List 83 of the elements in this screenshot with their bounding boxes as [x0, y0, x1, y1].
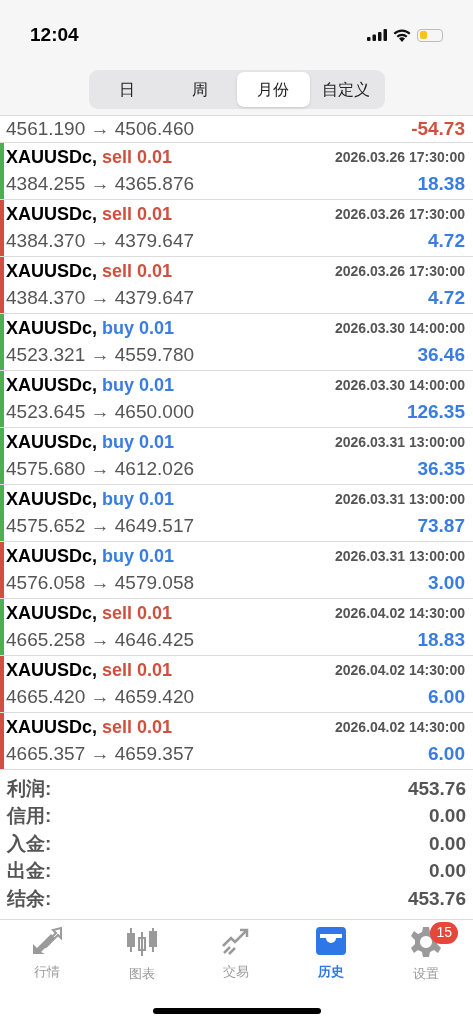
- trade-time: 2026.03.30 14:00:00: [335, 319, 465, 338]
- profit-value: 36.35: [417, 457, 465, 482]
- clock-time: 12:04: [30, 22, 79, 47]
- profit-value: 3.00: [428, 571, 465, 596]
- price-range: 4523.645 → 4650.000: [6, 400, 195, 425]
- symbol-name: XAUUSDc,: [6, 317, 98, 340]
- profit-value: 4.72: [428, 229, 465, 254]
- inbox-icon: [315, 925, 348, 956]
- symbol-name: XAUUSDc,: [6, 260, 98, 283]
- signal-icon: [367, 29, 387, 41]
- symbol-name: XAUUSDc,: [6, 431, 98, 454]
- trade-time: 2026.03.26 17:30:00: [335, 205, 465, 224]
- order-type: buy 0.01: [102, 488, 175, 511]
- order-type: buy 0.01: [102, 545, 175, 568]
- wifi-icon: [393, 28, 411, 42]
- symbol-name: XAUUSDc,: [6, 545, 98, 568]
- price-range: 4384.370 → 4379.647: [6, 229, 195, 254]
- summary-value: 453.76: [407, 886, 466, 911]
- summary-value: 0.00: [429, 831, 466, 856]
- trade-time: 2026.03.30 14:00:00: [335, 376, 465, 395]
- profit-value: 73.87: [417, 514, 465, 539]
- symbol-name: XAUUSDc,: [6, 716, 98, 739]
- profit-value: 4.72: [428, 286, 465, 311]
- order-type: sell 0.01: [102, 260, 173, 283]
- price-range: 4665.258 → 4646.425: [6, 628, 195, 653]
- period-tab[interactable]: 周: [163, 72, 237, 107]
- battery-icon: [417, 28, 443, 42]
- price-range: 4665.420 → 4659.420: [6, 685, 195, 710]
- arrows-icon: [31, 925, 64, 956]
- tab-bar-item[interactable]: 行情: [0, 925, 95, 983]
- order-type: sell 0.01: [102, 659, 173, 682]
- order-type: sell 0.01: [102, 203, 173, 226]
- period-tab[interactable]: 日: [90, 72, 164, 107]
- trade-time: 2026.03.31 13:00:00: [335, 490, 465, 509]
- period-tab[interactable]: 自定义: [309, 72, 383, 107]
- summary-value: 453.76: [407, 776, 466, 801]
- order-type: sell 0.01: [102, 716, 173, 739]
- symbol-name: XAUUSDc,: [6, 146, 98, 169]
- notification-badge: 15: [430, 921, 458, 944]
- order-type: buy 0.01: [102, 374, 175, 397]
- tab-bar-item[interactable]: 交易: [189, 925, 284, 983]
- trade-time: 2026.03.31 13:00:00: [335, 433, 465, 452]
- tab-bar-item[interactable]: 图表: [94, 925, 190, 983]
- order-type: sell 0.01: [102, 602, 173, 625]
- profit-value: -54.73: [411, 116, 465, 141]
- candlestick-icon: [125, 925, 158, 958]
- profit-value: 126.35: [406, 400, 465, 425]
- order-type: buy 0.01: [102, 317, 175, 340]
- profit-value: 6.00: [428, 685, 465, 710]
- profit-value: 18.38: [417, 172, 465, 197]
- price-range: 4575.680 → 4612.026: [6, 457, 195, 482]
- summary-value: 0.00: [429, 859, 466, 883]
- profit-value: 18.83: [417, 628, 465, 653]
- symbol-name: XAUUSDc,: [6, 488, 98, 511]
- price-range: 4575.652 → 4649.517: [6, 514, 195, 539]
- profit-value: 6.00: [428, 742, 465, 767]
- summary-label: 出金:: [7, 859, 52, 883]
- symbol-name: XAUUSDc,: [6, 374, 98, 397]
- tab-bar-item[interactable]: 历史: [283, 925, 379, 983]
- trade-time: 2026.03.26 17:30:00: [335, 148, 465, 167]
- summary-label: 利润:: [7, 776, 52, 801]
- price-range: 4576.058 → 4579.058: [6, 571, 195, 596]
- trade-time: 2026.04.02 14:30:00: [335, 604, 465, 623]
- order-type: buy 0.01: [102, 431, 175, 454]
- summary-label: 结余:: [7, 886, 52, 911]
- summary-label: 信用:: [7, 804, 52, 828]
- price-range: 4384.370 → 4379.647: [6, 286, 195, 311]
- summary-label: 入金:: [7, 831, 52, 856]
- period-tab[interactable]: 月份: [236, 72, 310, 107]
- trade-time: 2026.04.02 14:30:00: [335, 718, 465, 737]
- price-range: 4384.255 → 4365.876: [6, 172, 195, 197]
- symbol-name: XAUUSDc,: [6, 602, 98, 625]
- order-type: sell 0.01: [102, 146, 173, 169]
- trade-time: 2026.04.02 14:30:00: [335, 661, 465, 680]
- price-range: 4665.357 → 4659.357: [6, 742, 195, 767]
- trade-time: 2026.03.26 17:30:00: [335, 262, 465, 281]
- symbol-name: XAUUSDc,: [6, 203, 98, 226]
- price-range: 4523.321 → 4559.780: [6, 343, 195, 368]
- profit-value: 36.46: [417, 343, 465, 368]
- trade-time: 2026.03.31 13:00:00: [335, 547, 465, 566]
- summary-value: 0.00: [429, 804, 466, 828]
- symbol-name: XAUUSDc,: [6, 659, 98, 682]
- price-range: 4561.190 → 4506.460: [6, 116, 195, 141]
